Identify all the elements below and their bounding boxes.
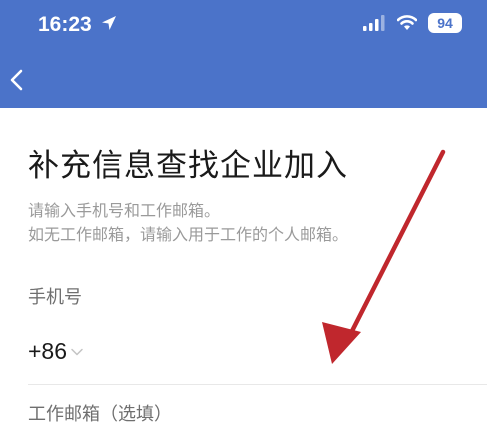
location-arrow-icon <box>102 16 116 30</box>
status-time: 16:23 <box>38 13 92 36</box>
chevron-left-icon[interactable] <box>3 62 33 96</box>
phone-label: 手机号 <box>28 287 82 308</box>
chevron-down-icon <box>71 348 83 356</box>
phone-input[interactable] <box>110 330 464 374</box>
header-bar: 16:23 94 <box>0 0 487 108</box>
phone-divider <box>28 384 487 385</box>
country-code-selector[interactable]: +86 <box>28 336 84 366</box>
subtitle-line-2: 如无工作邮箱，请输入用于工作的个人邮箱。 <box>28 225 349 244</box>
subtitle-line-1: 请输入手机号和工作邮箱。 <box>28 201 221 220</box>
signal-icon <box>363 15 385 31</box>
email-label: 工作邮箱（选填） <box>28 404 172 425</box>
country-code-value: +86 <box>28 338 68 364</box>
wifi-icon <box>397 15 417 30</box>
page-title: 补充信息查找企业加入 <box>28 148 348 184</box>
battery-icon: 94 <box>428 13 462 33</box>
